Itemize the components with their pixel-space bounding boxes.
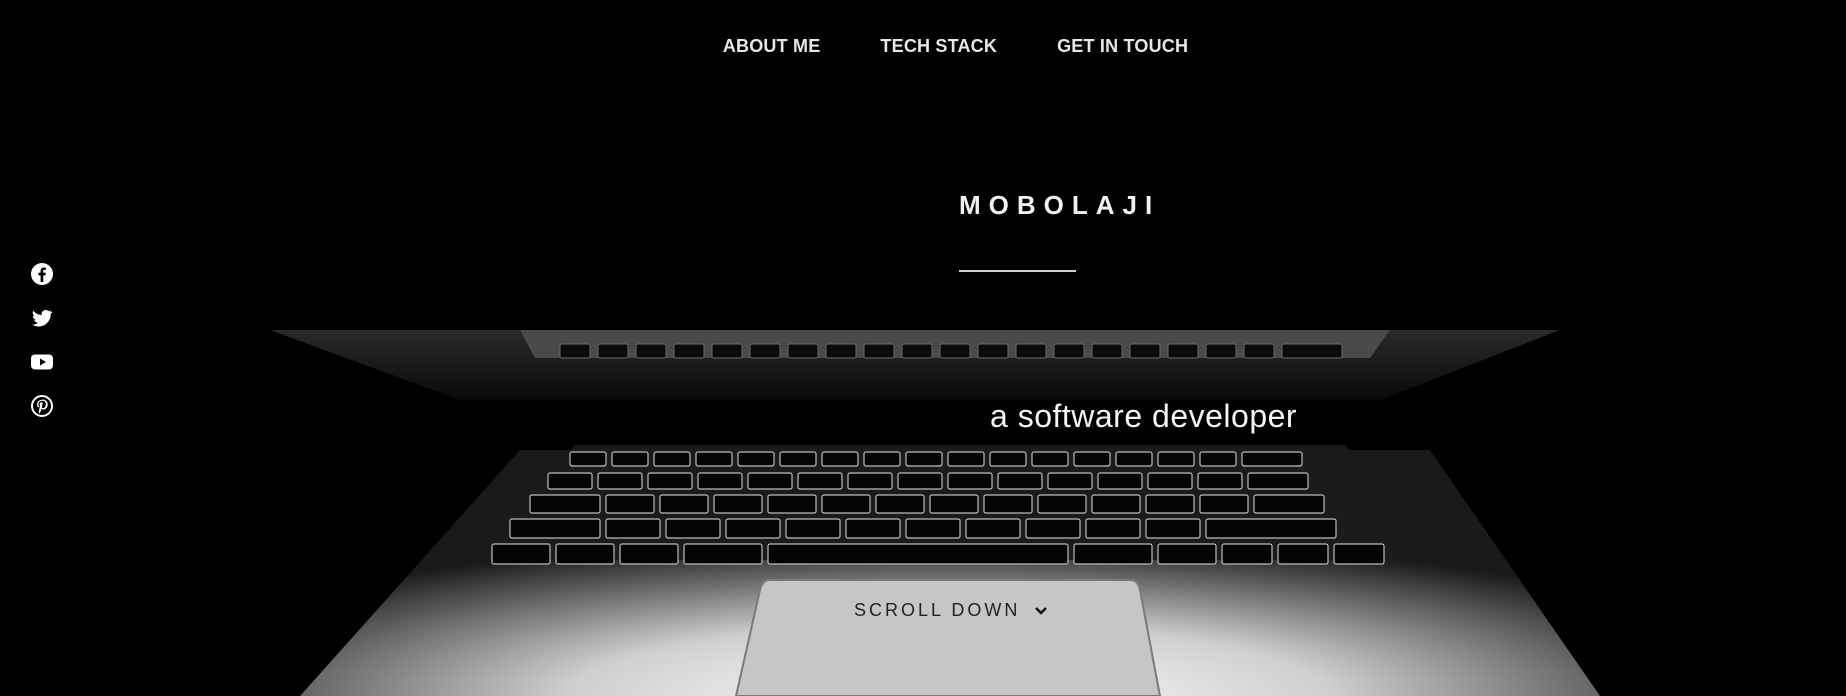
nav-get-in-touch[interactable]: GET IN TOUCH (1057, 36, 1188, 57)
top-nav: ABOUT ME TECH STACK GET IN TOUCH (0, 36, 1846, 57)
social-links (30, 262, 54, 418)
hero-subtitle: a software developer (990, 398, 1298, 434)
hero-laptop-image (270, 330, 1600, 696)
title-divider (959, 270, 1076, 272)
chevron-down-icon (1035, 606, 1048, 615)
facebook-icon[interactable] (30, 262, 54, 286)
twitter-icon[interactable] (30, 306, 54, 330)
hero-title: MOBOLAJI (959, 190, 1161, 220)
youtube-icon[interactable] (30, 350, 54, 374)
nav-about-me[interactable]: ABOUT ME (723, 36, 821, 57)
scroll-down-label: SCROLL DOWN (854, 600, 1021, 620)
pinterest-icon[interactable] (30, 394, 54, 418)
scroll-down-button[interactable]: SCROLL DOWN (854, 600, 1048, 621)
nav-tech-stack[interactable]: TECH STACK (880, 36, 997, 57)
